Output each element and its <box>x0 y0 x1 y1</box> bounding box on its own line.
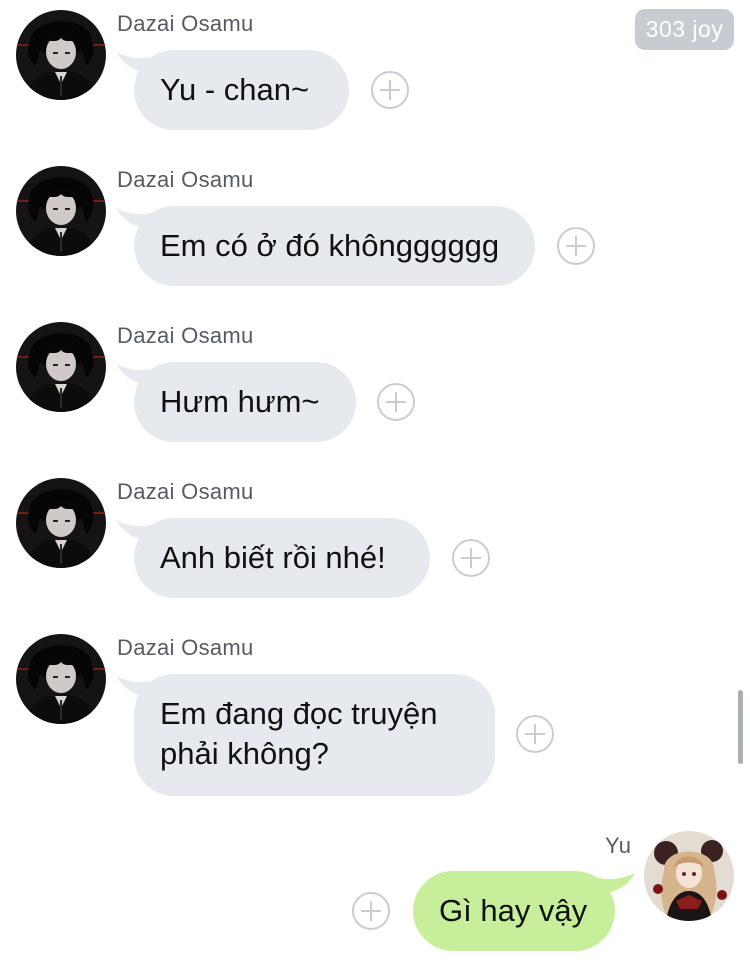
sender-name: Dazai Osamu <box>117 167 254 192</box>
add-reaction-button[interactable] <box>352 892 390 930</box>
message-bubble[interactable]: Yu - chan~ <box>134 50 349 130</box>
message-bubble[interactable]: Em có ở đó khôngggggg <box>134 206 535 286</box>
plus-icon <box>461 548 481 568</box>
plus-icon <box>525 724 545 744</box>
message-text-line: phải không? <box>160 736 329 771</box>
sender-avatar[interactable] <box>16 478 106 568</box>
sender-name: Dazai Osamu <box>117 11 254 36</box>
sender-avatar[interactable] <box>16 10 106 100</box>
plus-icon <box>386 392 406 412</box>
scrollbar[interactable] <box>738 690 743 764</box>
message-bubble[interactable]: Hưm hưm~ <box>134 362 356 442</box>
sender-name: Dazai Osamu <box>117 635 254 660</box>
sender-avatar[interactable] <box>16 634 106 724</box>
add-reaction-button[interactable] <box>371 71 409 109</box>
plus-icon <box>380 80 400 100</box>
plus-icon <box>361 901 381 921</box>
message-bubble[interactable]: Em đang đọc truyện phải không? <box>134 674 495 796</box>
sender-avatar[interactable] <box>16 322 106 412</box>
add-reaction-button[interactable] <box>516 715 554 753</box>
sender-name: Dazai Osamu <box>117 479 254 504</box>
sender-avatar[interactable] <box>16 166 106 256</box>
message-text-line: Em đang đọc truyện <box>160 696 438 731</box>
message-bubble[interactable]: Gì hay vậy <box>413 871 615 951</box>
add-reaction-button[interactable] <box>452 539 490 577</box>
plus-icon <box>566 236 586 256</box>
message-bubble[interactable]: Anh biết rồi nhé! <box>134 518 430 598</box>
sender-name: Dazai Osamu <box>117 323 254 348</box>
own-avatar[interactable] <box>644 831 734 921</box>
add-reaction-button[interactable] <box>377 383 415 421</box>
points-badge: 303 joy <box>635 9 734 50</box>
add-reaction-button[interactable] <box>557 227 595 265</box>
own-name: Yu <box>605 833 632 858</box>
